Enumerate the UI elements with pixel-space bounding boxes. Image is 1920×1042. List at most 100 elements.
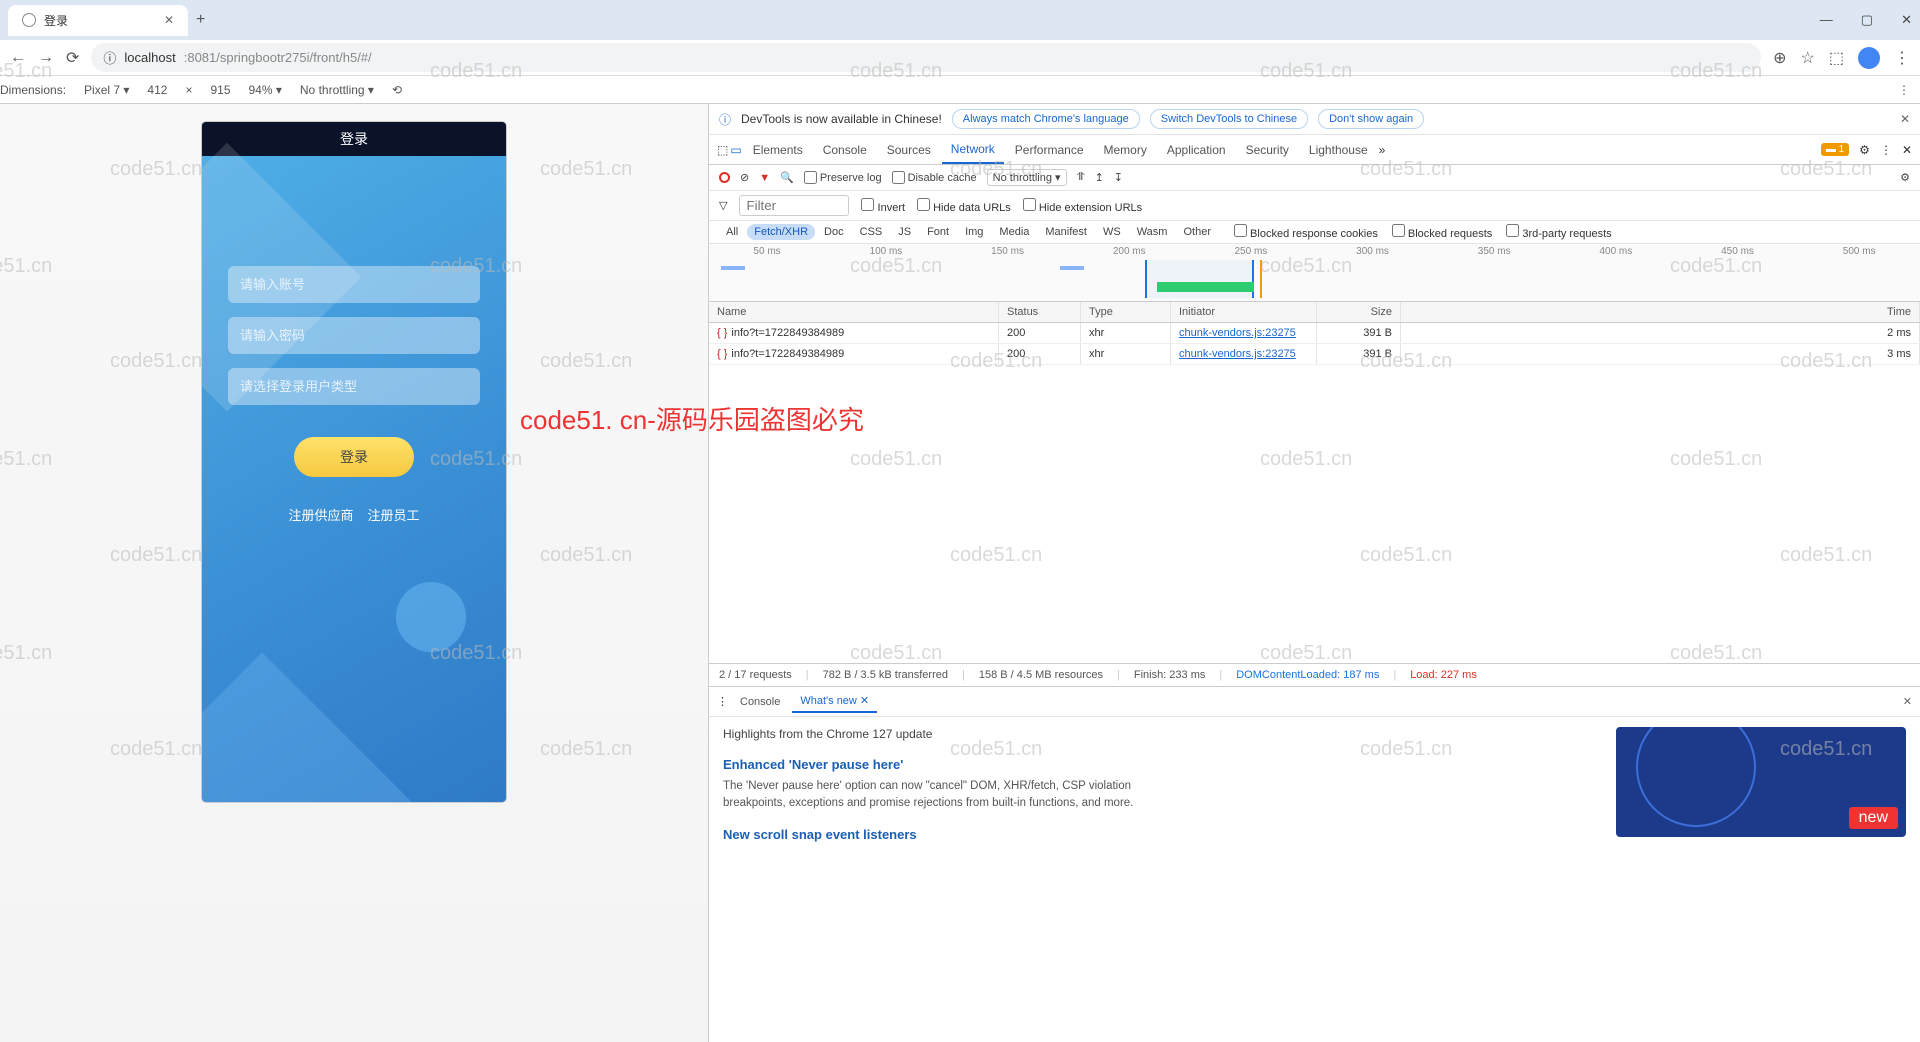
kebab-icon[interactable]: ⋮ — [1880, 143, 1892, 157]
tab-network[interactable]: Network — [942, 136, 1004, 164]
extensions-icon[interactable]: ⬚ — [1829, 48, 1844, 68]
hide-data-urls-checkbox[interactable]: Hide data URLs — [917, 198, 1011, 214]
col-status[interactable]: Status — [999, 302, 1081, 322]
col-type[interactable]: Type — [1081, 302, 1171, 322]
preserve-log-checkbox[interactable]: Preserve log — [804, 171, 882, 184]
gear-icon[interactable]: ⚙ — [1859, 143, 1870, 157]
third-party-checkbox[interactable]: 3rd-party requests — [1506, 224, 1611, 240]
whats-new-highlights: Highlights from the Chrome 127 update — [723, 727, 1596, 741]
type-filter-js[interactable]: JS — [891, 224, 918, 240]
type-filter-doc[interactable]: Doc — [817, 224, 851, 240]
globe-icon — [22, 13, 36, 27]
initiator-link[interactable]: chunk-vendors.js:23275 — [1179, 327, 1296, 339]
disable-cache-checkbox[interactable]: Disable cache — [892, 171, 977, 184]
table-row[interactable]: { }info?t=1722849384989200xhrchunk-vendo… — [709, 323, 1920, 344]
site-info-icon[interactable]: ⓘ — [103, 48, 116, 67]
col-name[interactable]: Name — [709, 302, 999, 322]
type-filter-img[interactable]: Img — [958, 224, 990, 240]
tab-application[interactable]: Application — [1158, 137, 1235, 163]
close-icon[interactable]: ✕ — [1902, 143, 1912, 157]
tab-elements[interactable]: Elements — [744, 137, 812, 163]
tab-lighthouse[interactable]: Lighthouse — [1300, 137, 1377, 163]
col-time[interactable]: Time — [1401, 302, 1920, 322]
minimize-icon[interactable]: — — [1820, 12, 1833, 28]
record-icon[interactable] — [719, 172, 730, 183]
device-select[interactable]: Pixel 7 ▾ — [84, 83, 129, 97]
forward-icon[interactable]: → — [38, 49, 54, 67]
wifi-icon[interactable]: ⥣ — [1077, 171, 1085, 184]
invert-checkbox[interactable]: Invert — [861, 198, 905, 214]
type-filter-wasm[interactable]: Wasm — [1130, 224, 1175, 240]
search-icon[interactable]: 🔍 — [780, 171, 794, 184]
table-row[interactable]: { }info?t=1722849384989200xhrchunk-vendo… — [709, 344, 1920, 365]
reload-icon[interactable]: ⟳ — [66, 48, 79, 68]
close-window-icon[interactable]: ✕ — [1901, 12, 1912, 28]
clear-icon[interactable]: ⊘ — [740, 171, 749, 184]
close-icon[interactable]: ✕ — [164, 13, 174, 27]
rotate-icon[interactable]: ⟲ — [392, 83, 402, 97]
menu-icon[interactable]: ⋮ — [1894, 48, 1910, 68]
tab-performance[interactable]: Performance — [1006, 137, 1093, 163]
role-select[interactable] — [228, 368, 480, 405]
download-icon[interactable]: ↧ — [1114, 171, 1123, 184]
tab-title: 登录 — [44, 12, 68, 29]
match-language-button[interactable]: Always match Chrome's language — [952, 109, 1140, 129]
login-button[interactable]: 登录 — [294, 437, 414, 477]
blocked-cookies-checkbox[interactable]: Blocked response cookies — [1234, 224, 1378, 240]
dont-show-button[interactable]: Don't show again — [1318, 109, 1424, 129]
blocked-requests-checkbox[interactable]: Blocked requests — [1392, 224, 1492, 240]
type-filter-ws[interactable]: WS — [1096, 224, 1128, 240]
profile-avatar[interactable] — [1858, 47, 1880, 69]
more-tabs-icon[interactable]: » — [1379, 143, 1386, 157]
bookmark-icon[interactable]: ☆ — [1801, 48, 1815, 68]
register-employee-link[interactable]: 注册员工 — [368, 505, 420, 524]
tab-console[interactable]: Console — [814, 137, 876, 163]
tab-sources[interactable]: Sources — [878, 137, 940, 163]
drawer-tab-console[interactable]: Console — [732, 692, 788, 712]
type-filter-media[interactable]: Media — [992, 224, 1036, 240]
height-input[interactable]: 915 — [210, 83, 230, 97]
section-heading[interactable]: Enhanced 'Never pause here' — [723, 757, 1596, 772]
type-filter-fetch-xhr[interactable]: Fetch/XHR — [747, 224, 815, 240]
type-filter-font[interactable]: Font — [920, 224, 956, 240]
col-initiator[interactable]: Initiator — [1171, 302, 1317, 322]
col-size[interactable]: Size — [1317, 302, 1401, 322]
tab-security[interactable]: Security — [1237, 137, 1298, 163]
width-input[interactable]: 412 — [147, 83, 167, 97]
close-icon[interactable]: ✕ — [1903, 695, 1912, 708]
filter-input[interactable] — [739, 195, 849, 216]
type-filter-all[interactable]: All — [719, 224, 745, 240]
whats-new-promo[interactable]: new — [1616, 727, 1906, 837]
drawer-tab-whats-new[interactable]: What's new ✕ — [792, 690, 877, 713]
zoom-select[interactable]: 94% ▾ — [249, 83, 282, 97]
issues-badge[interactable]: ▬ 1 — [1821, 143, 1849, 156]
drawer-menu-icon[interactable]: ⋮ — [717, 695, 728, 708]
device-toggle-icon[interactable]: ▭ — [730, 143, 741, 157]
type-filter-manifest[interactable]: Manifest — [1038, 224, 1094, 240]
maximize-icon[interactable]: ▢ — [1861, 12, 1873, 28]
devtools-tabs: ⬚ ▭ Elements Console Sources Network Per… — [709, 135, 1920, 165]
upload-icon[interactable]: ↥ — [1095, 171, 1104, 184]
filter-toggle-icon[interactable]: ▼ — [759, 172, 770, 184]
url-input[interactable]: ⓘ localhost:8081/springbootr275i/front/h… — [91, 43, 1761, 72]
throttling-select[interactable]: No throttling ▾ — [300, 83, 374, 97]
close-icon[interactable]: ✕ — [1900, 112, 1910, 126]
section-heading[interactable]: New scroll snap event listeners — [723, 827, 1596, 842]
hide-extension-urls-checkbox[interactable]: Hide extension URLs — [1023, 198, 1142, 214]
device-toolbar-menu-icon[interactable]: ⋮ — [1898, 83, 1910, 97]
type-filter-other[interactable]: Other — [1176, 224, 1218, 240]
switch-chinese-button[interactable]: Switch DevTools to Chinese — [1150, 109, 1308, 129]
new-tab-button[interactable]: + — [196, 11, 205, 29]
type-filter-css[interactable]: CSS — [853, 224, 890, 240]
initiator-link[interactable]: chunk-vendors.js:23275 — [1179, 348, 1296, 360]
inspect-icon[interactable]: ⬚ — [717, 143, 728, 157]
gear-icon[interactable]: ⚙ — [1900, 171, 1910, 184]
network-timeline[interactable]: 50 ms 100 ms 150 ms 200 ms 250 ms 300 ms… — [709, 244, 1920, 302]
back-icon[interactable]: ← — [10, 49, 26, 67]
throttling-dropdown[interactable]: No throttling ▾ — [987, 169, 1067, 186]
register-supplier-link[interactable]: 注册供应商 — [288, 505, 353, 524]
zoom-icon[interactable]: ⊕ — [1773, 48, 1786, 68]
network-filter-bar: ▽ Invert Hide data URLs Hide extension U… — [709, 191, 1920, 221]
tab-memory[interactable]: Memory — [1095, 137, 1156, 163]
browser-tab[interactable]: 登录 ✕ — [8, 5, 188, 36]
